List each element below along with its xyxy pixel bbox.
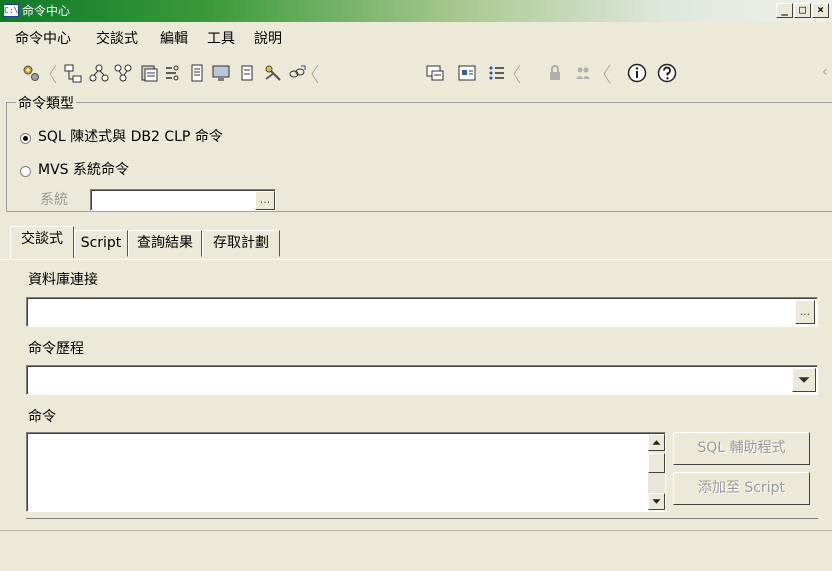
toolbar-separator [512,63,522,85]
title-bar[interactable]: C:\ 命令中心 _ □ × [0,0,832,22]
toolbar-overflow-chevron[interactable]: ‹ [822,64,828,80]
system-browse-button[interactable]: ... [255,191,275,210]
object-tree-icon[interactable] [62,62,84,84]
list-bullets-icon[interactable] [486,62,508,84]
info-icon[interactable] [626,62,648,84]
help-icon[interactable] [656,62,678,84]
menu-tools[interactable]: 工具 [207,31,235,47]
flow-icon[interactable] [162,62,184,84]
hierarchy-icon[interactable] [112,62,134,84]
db-connection-browse-button[interactable]: ... [795,300,815,324]
status-bar [0,530,832,571]
menu-interactive[interactable]: 交談式 [96,31,138,47]
tab-script[interactable]: Script [74,230,128,257]
database-stack-icon[interactable] [138,62,160,84]
terminal-icon: C:\ [3,4,19,17]
scroll-down-button[interactable] [648,493,665,510]
sql-assist-button[interactable]: SQL 輔助程式 [673,432,810,465]
tab-interactive[interactable]: 交談式 [10,226,74,258]
command-type-legend: 命令類型 [16,96,76,112]
command-scrollbar[interactable] [648,434,665,510]
radio-mvs[interactable] [20,166,31,177]
toolbar-separator [602,63,612,85]
arrow-down-icon [652,499,661,504]
scroll-thumb[interactable] [648,453,665,473]
command-label: 命令 [28,409,56,425]
tab-access-plan[interactable]: 存取計劃 [202,230,280,257]
system-label: 系統 [40,192,68,208]
display-panel-icon[interactable] [456,62,478,84]
chat-bubble-icon[interactable] [424,62,446,84]
menu-help[interactable]: 說明 [254,31,282,47]
network-nodes-icon[interactable] [88,62,110,84]
lock-icon[interactable] [544,62,566,84]
system-field[interactable] [90,189,276,211]
link-chain-icon[interactable] [286,62,308,84]
db-connection-label: 資料庫連接 [28,272,98,288]
menu-edit[interactable]: 編輯 [160,31,188,47]
maximize-button[interactable]: □ [794,3,811,18]
key-tools-icon[interactable] [262,62,284,84]
gear-cog-icon[interactable] [20,62,42,84]
page-icon[interactable] [236,62,258,84]
users-icon[interactable] [572,62,594,84]
monitor-icon[interactable] [210,62,232,84]
radio-mvs-label[interactable]: MVS 系統命令 [38,162,129,178]
scroll-up-button[interactable] [648,434,665,451]
arrow-up-icon [652,440,661,445]
command-textarea[interactable] [26,432,666,512]
tab-query-results[interactable]: 查詢結果 [128,230,202,257]
content-bottom-divider [26,518,818,519]
radio-sql-clp-label[interactable]: SQL 陳述式與 DB2 CLP 命令 [38,129,223,145]
toolbar-separator [48,63,58,85]
minimize-button[interactable]: _ [776,3,793,18]
history-dropdown[interactable] [26,365,818,395]
close-button[interactable]: × [812,3,829,18]
chevron-down-icon [798,377,810,383]
db-connection-field[interactable] [26,297,818,327]
history-label: 命令歷程 [28,341,84,357]
toolbar-separator [310,63,320,85]
toolbar: ‹ [0,52,832,94]
radio-sql-clp[interactable] [20,133,31,144]
document-icon[interactable] [186,62,208,84]
tab-divider [0,259,832,260]
add-to-script-button[interactable]: 添加至 Script [673,472,810,505]
window-title: 命令中心 [22,4,71,18]
history-dropdown-button[interactable] [792,368,816,392]
menu-command-center[interactable]: 命令中心 [15,31,71,47]
tab-strip: 交談式 Script 查詢結果 存取計劃 [0,224,832,260]
menu-bar: 命令中心 交談式 編輯 工具 說明 [0,26,832,52]
